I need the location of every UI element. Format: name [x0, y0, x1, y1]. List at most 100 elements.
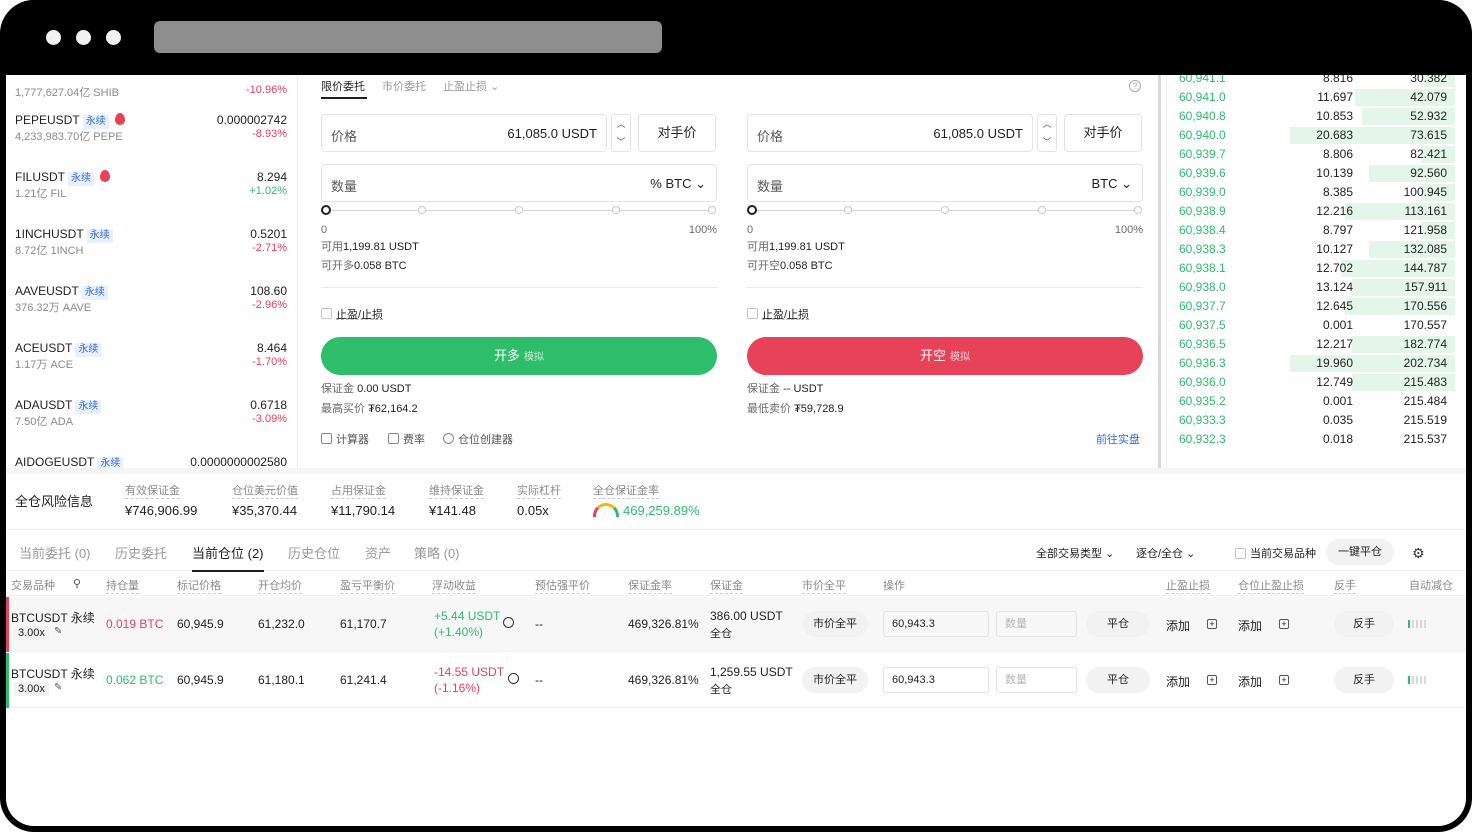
chevron-up-icon[interactable]: ︿ [1038, 115, 1056, 133]
panel-resize-handle[interactable] [1158, 75, 1161, 468]
slider-step-50[interactable] [941, 206, 949, 214]
reverse-button[interactable]: 反手 [1334, 611, 1394, 637]
edit-icon[interactable]: ✎ [54, 626, 62, 637]
chevron-down-icon[interactable]: ﹀ [1038, 133, 1056, 151]
order-book-row[interactable]: 60,939.7 8.806 82.421 [1167, 145, 1455, 164]
pin-icon[interactable]: ⚲ [73, 577, 81, 590]
tpsl-checkbox[interactable] [747, 308, 758, 319]
long-quantity-field[interactable]: 数量 % BTC ⌄ [321, 164, 717, 202]
order-book-row[interactable]: 60,937.5 0.001 170.557 [1167, 316, 1455, 335]
tab-order-history[interactable]: 历史委托 [115, 543, 167, 562]
order-book-row[interactable]: 60,935.2 0.001 215.484 [1167, 392, 1455, 411]
position-builder-tool[interactable]: 仓位创建器 [443, 431, 513, 447]
order-book-row[interactable]: 60,938.0 13.124 157.911 [1167, 278, 1455, 297]
order-book-row[interactable]: 60,932.3 0.018 215.537 [1167, 430, 1455, 449]
settings-sliders-icon[interactable]: ⚙ [1412, 545, 1432, 561]
address-bar[interactable] [154, 21, 662, 53]
current-symbol-checkbox[interactable] [1235, 548, 1246, 559]
tab-current-positions[interactable]: 当前仓位 (2) [192, 543, 264, 562]
order-book-row[interactable]: 60,941.0 11.697 42.079 [1167, 88, 1455, 107]
symbol-row[interactable]: 1INCHUSDT 永续 8.72亿 1INCH 0.5201 -2.71% [15, 227, 287, 267]
close-button[interactable]: 平仓 [1086, 611, 1150, 637]
close-all-button[interactable]: 一键平仓 [1326, 539, 1394, 565]
order-book-row[interactable]: 60,936.3 19.960 202.734 [1167, 354, 1455, 373]
tab-position-history[interactable]: 历史仓位 [288, 543, 340, 562]
symbol-row[interactable]: ADAUSDT 永续 7.50亿 ADA 0.6718 -3.09% [15, 398, 287, 438]
order-book-row[interactable]: 60,936.0 12.749 215.483 [1167, 373, 1455, 392]
add-tpsl-button[interactable]: 添加 [1166, 673, 1190, 690]
slider-step-100[interactable] [708, 206, 716, 214]
edit-icon[interactable]: ✎ [54, 682, 62, 693]
order-book-row[interactable]: 60,936.5 12.217 182.774 [1167, 335, 1455, 354]
tab-open-orders[interactable]: 当前委托 (0) [19, 543, 91, 562]
short-quantity-field[interactable]: 数量 BTC ⌄ [747, 164, 1143, 202]
window-minimize-dot[interactable] [76, 30, 91, 45]
position-row[interactable]: BTCUSDT 永续 3.00x ✎ 0.062 BTC 60,945.9 61,180.… [6, 653, 1466, 708]
close-price-input[interactable]: 60,943.3 [883, 611, 989, 637]
position-row[interactable]: BTCUSDT 永续 3.00x ✎ 0.019 BTC 60,945.9 61,232.… [6, 597, 1466, 652]
go-live-trading-link[interactable]: 前往实盘 [1096, 431, 1140, 447]
add-position-tpsl-button[interactable]: 添加 [1238, 673, 1262, 690]
fee-rate-tool[interactable]: 费率 [388, 431, 425, 447]
slider-step-50[interactable] [515, 206, 523, 214]
long-price-field[interactable]: 价格 61,085.0 USDT [321, 114, 607, 152]
current-symbol-label[interactable]: 当前交易品种 [1250, 545, 1316, 561]
margin-mode-filter[interactable]: 逐仓/全仓 ⌄ [1136, 545, 1195, 561]
symbol-row[interactable]: FILUSDT 永续 1.21亿 FIL 8.294 +1.02% [15, 170, 287, 210]
order-book-row[interactable]: 60,940.0 20.683 73.615 [1167, 126, 1455, 145]
close-button[interactable]: 平仓 [1086, 667, 1150, 693]
tpsl-label[interactable]: 止盈/止损 [762, 306, 809, 322]
calculator-tool[interactable]: 计算器 [321, 431, 369, 447]
window-close-dot[interactable] [46, 30, 61, 45]
order-book-row[interactable]: 60,938.4 8.797 121.958 [1167, 221, 1455, 240]
tpsl-checkbox[interactable] [321, 308, 332, 319]
slider-step-75[interactable] [612, 206, 620, 214]
market-close-button[interactable]: 市价全平 [802, 611, 868, 637]
symbol-row[interactable]: PEPEUSDT 永续 4,233,983.70亿 PEPE 0.000002742-… [15, 113, 287, 153]
short-price-field[interactable]: 价格 61,085.0 USDT [747, 114, 1033, 152]
order-book-row[interactable]: 60,938.1 12.702 144.787 [1167, 259, 1455, 278]
slider-handle[interactable] [747, 205, 757, 215]
leverage-badge[interactable]: 3.00x [14, 682, 49, 696]
order-book-row[interactable]: 60,940.8 10.853 52.932 [1167, 107, 1455, 126]
symbol-row[interactable]: AIDOGEUSDT 永续 0.0000000002580 [15, 455, 287, 468]
short-price-stepper[interactable]: ︿ ﹀ [1037, 114, 1057, 152]
order-book-row[interactable]: 60,938.3 10.127 132.085 [1167, 240, 1455, 259]
order-book-row[interactable]: 60,939.6 10.139 92.560 [1167, 164, 1455, 183]
chevron-down-icon[interactable]: ﹀ [612, 133, 630, 151]
symbol-row[interactable]: ACEUSDT 永续 1.17万 ACE 8.464 -1.70% [15, 341, 287, 381]
window-zoom-dot[interactable] [106, 30, 121, 45]
tab-assets[interactable]: 资产 [365, 543, 391, 562]
leverage-badge[interactable]: 3.00x [14, 626, 49, 640]
close-quantity-input[interactable]: 数量 [996, 611, 1077, 637]
trade-type-filter[interactable]: 全部交易类型 ⌄ [1036, 545, 1114, 561]
reverse-button[interactable]: 反手 [1334, 667, 1394, 693]
close-quantity-input[interactable]: 数量 [996, 667, 1077, 693]
order-book-row[interactable]: 60,941.1 8.816 30.382 [1167, 75, 1455, 88]
long-counter-price-button[interactable]: 对手价 [638, 114, 716, 152]
order-book-row[interactable]: 60,939.0 8.385 100.945 [1167, 183, 1455, 202]
short-counter-price-button[interactable]: 对手价 [1064, 114, 1142, 152]
symbol-row[interactable]: 1,777,627.04亿 SHIB -10.96% [15, 75, 287, 109]
tpsl-label[interactable]: 止盈/止损 [336, 306, 383, 322]
add-position-tpsl-button[interactable]: 添加 [1238, 617, 1262, 634]
quantity-unit-select[interactable]: BTC ⌄ [1091, 176, 1132, 192]
add-tpsl-button[interactable]: 添加 [1166, 617, 1190, 634]
long-price-stepper[interactable]: ︿ ﹀ [611, 114, 631, 152]
slider-step-25[interactable] [844, 206, 852, 214]
slider-step-100[interactable] [1134, 206, 1142, 214]
order-book-row[interactable]: 60,938.9 12.216 113.161 [1167, 202, 1455, 221]
chevron-up-icon[interactable]: ︿ [612, 115, 630, 133]
share-icon[interactable] [503, 617, 514, 628]
slider-step-75[interactable] [1038, 206, 1046, 214]
slider-step-25[interactable] [418, 206, 426, 214]
market-close-button[interactable]: 市价全平 [802, 667, 868, 693]
slider-handle[interactable] [321, 205, 331, 215]
tab-strategies[interactable]: 策略 (0) [414, 543, 460, 562]
symbol-row[interactable]: AAVEUSDT 永续 376.32万 AAVE 108.60 -2.96% [15, 284, 287, 324]
order-book-row[interactable]: 60,933.3 0.035 215.519 [1167, 411, 1455, 430]
share-icon[interactable] [508, 673, 519, 684]
open-short-button[interactable]: 开空 模拟 [747, 337, 1143, 375]
order-book-row[interactable]: 60,937.7 12.645 170.556 [1167, 297, 1455, 316]
open-long-button[interactable]: 开多 模拟 [321, 337, 717, 375]
